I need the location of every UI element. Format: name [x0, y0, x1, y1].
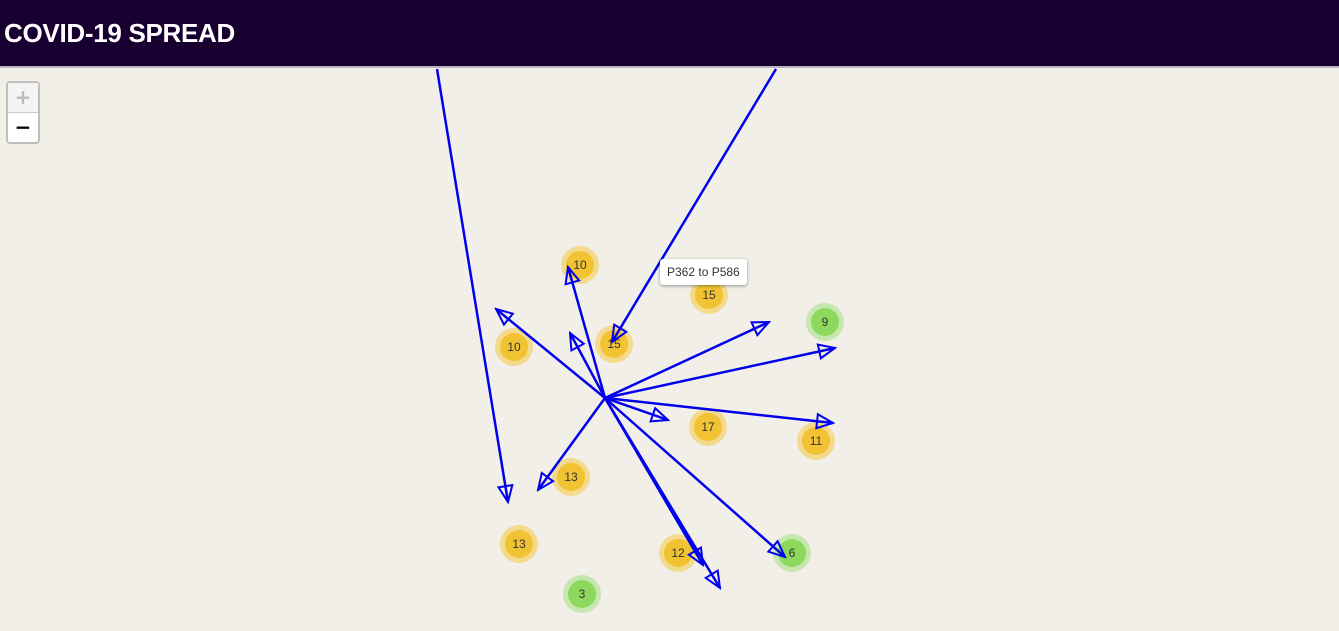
- cluster-marker[interactable]: 17: [689, 408, 727, 446]
- cluster-count: 12: [671, 546, 685, 560]
- zoom-out-button[interactable]: −: [8, 112, 38, 142]
- transmission-arrow[interactable]: [604, 348, 835, 400]
- cluster-marker[interactable]: 11: [797, 422, 835, 460]
- cluster-count: 10: [507, 340, 521, 354]
- transmission-arrow[interactable]: [435, 68, 508, 502]
- cluster-marker[interactable]: 9: [806, 303, 844, 341]
- cluster-marker[interactable]: 3: [563, 575, 601, 613]
- page-title: COVID-19 SPREAD: [4, 18, 235, 48]
- cluster-count: 13: [512, 537, 526, 551]
- cluster-marker[interactable]: 10: [561, 246, 599, 284]
- cluster-count: 13: [564, 470, 578, 484]
- cluster-count: 6: [789, 546, 796, 560]
- cluster-count: 17: [701, 420, 715, 434]
- transmission-tooltip: P362 to P586: [660, 259, 747, 285]
- transmission-arrows: [435, 68, 835, 588]
- cluster-count: 3: [579, 587, 586, 601]
- cluster-count: 9: [822, 315, 829, 329]
- cluster-marker[interactable]: 15: [595, 325, 633, 363]
- zoom-in-button[interactable]: +: [8, 83, 38, 112]
- cluster-count: 11: [810, 434, 823, 448]
- zoom-control: + −: [6, 81, 40, 144]
- map-overlay: 10 15 9 10 15 17 11 13 13 12 6 3: [435, 68, 844, 613]
- cluster-count: 10: [573, 258, 587, 272]
- cluster-marker[interactable]: 13: [500, 525, 538, 563]
- map-view[interactable]: 10 15 9 10 15 17 11 13 13 12 6 3 + − P362 to P586: [0, 68, 1339, 631]
- cluster-layer: 10 15 9 10 15 17 11 13 13 12 6 3: [495, 246, 844, 613]
- app-header: COVID-19 SPREAD: [0, 0, 1339, 68]
- cluster-count: 15: [702, 288, 716, 302]
